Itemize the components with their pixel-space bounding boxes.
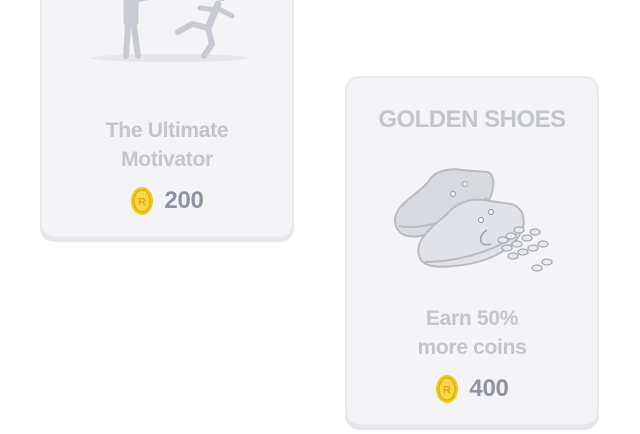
item-description-line-1: The Ultimate: [105, 119, 229, 142]
price-value: 400: [469, 375, 509, 402]
item-price: R 200: [42, 186, 292, 216]
golden-shoes-illustration: [393, 168, 553, 272]
item-description: Earn 50% more coins: [347, 304, 597, 362]
item-description: The Ultimate Motivator: [42, 116, 292, 174]
shop-item-card-golden-shoes[interactable]: GOLDEN SHOES Earn 50% more coins R 400: [345, 76, 599, 426]
item-price: R 400: [347, 374, 597, 404]
item-description-line-1: Earn 50%: [425, 307, 519, 330]
motivator-kick-illustration: [92, 0, 248, 62]
shop-item-card-motivator[interactable]: The Ultimate Motivator R 200: [40, 0, 294, 238]
gold-coin-icon: R: [436, 375, 459, 403]
gold-coin-icon: R: [131, 187, 154, 215]
svg-text:R: R: [138, 197, 146, 209]
item-title: GOLDEN SHOES: [378, 106, 566, 133]
item-description-line-2: more coins: [417, 336, 527, 359]
price-value: 200: [164, 187, 204, 214]
item-description-line-2: Motivator: [121, 148, 213, 171]
svg-text:R: R: [443, 385, 451, 397]
